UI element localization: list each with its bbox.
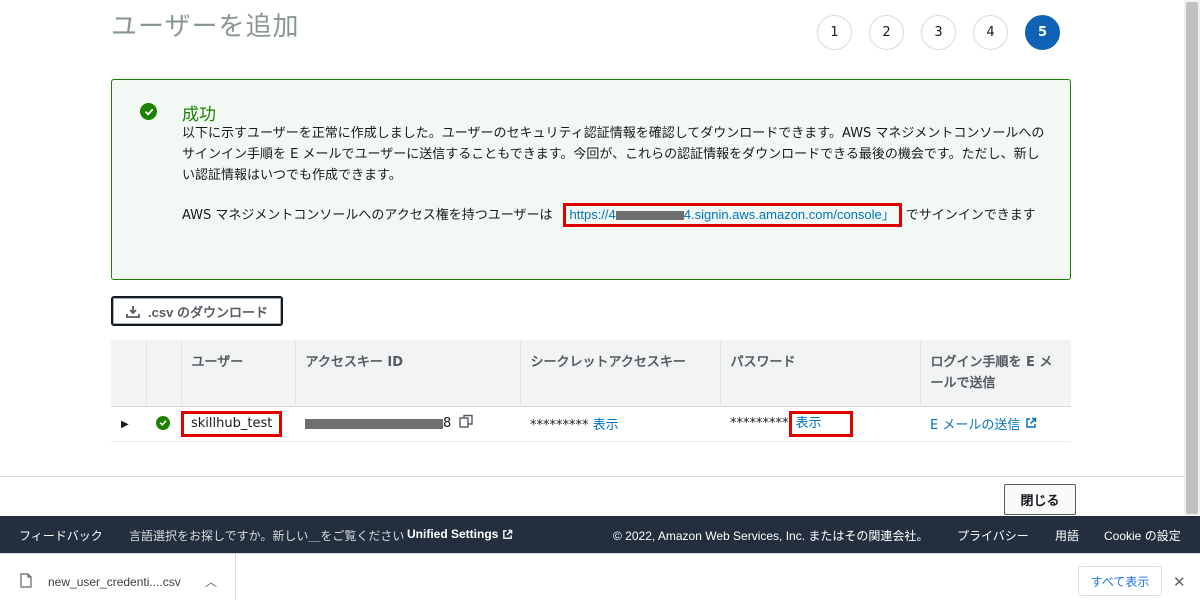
page-title: ユーザーを追加 <box>111 12 300 42</box>
download-filename: new_user_credenti....csv <box>48 575 181 589</box>
terms-link[interactable]: 用語 <box>1055 527 1079 544</box>
header-email-instructions: ログイン手順を E メールで送信 <box>920 340 1071 406</box>
close-icon[interactable]: ✕ <box>1173 573 1186 591</box>
unified-settings-link[interactable]: Unified Settings <box>407 527 513 541</box>
secret-key-cell: ********* 表示 <box>520 406 720 442</box>
show-all-downloads-button[interactable]: すべて表示 <box>1078 566 1162 596</box>
header-secret-key: シークレットアクセスキー <box>520 340 721 406</box>
close-button[interactable]: 閉じる <box>1004 484 1076 515</box>
download-icon <box>126 305 140 318</box>
step-3[interactable]: 3 <box>921 15 956 50</box>
download-csv-label: .csv のダウンロード <box>148 304 268 320</box>
success-check-icon <box>156 416 170 430</box>
users-table: ユーザー アクセスキー ID シークレットアクセスキー パスワード ログイン手順… <box>111 340 1071 442</box>
show-secret-link[interactable]: 表示 <box>593 418 619 433</box>
scrollbar-thumb[interactable] <box>1186 2 1198 514</box>
table-row: ▶ skillhub_test 8 ********* 表示 *********… <box>111 406 1071 442</box>
success-title: 成功 <box>182 105 216 125</box>
cookie-settings-link[interactable]: Cookie の設定 <box>1104 527 1181 544</box>
signin-url-end: 4.signin.aws.amazon.com/console <box>683 207 882 222</box>
external-link-icon <box>502 529 512 539</box>
step-1[interactable]: 1 <box>817 15 852 50</box>
language-prompt: 言語選択をお探しですか。新しい＿をご覧ください <box>129 529 405 543</box>
status-header <box>146 340 182 406</box>
caret-right-icon[interactable]: ▶ <box>121 419 129 430</box>
external-link-icon <box>1025 417 1036 428</box>
success-check-icon <box>140 103 157 120</box>
feedback-link[interactable]: フィードバック <box>19 527 103 544</box>
secret-mask: ********* <box>530 418 589 433</box>
file-icon <box>20 573 32 588</box>
user-cell: skillhub_test <box>181 406 295 442</box>
step-5-current: 5 <box>1025 15 1060 50</box>
expand-cell[interactable]: ▶ <box>111 406 146 442</box>
access-key-cell: 8 <box>295 406 520 442</box>
signin-url-start: https://4 <box>569 207 616 222</box>
header-user: ユーザー <box>181 340 296 406</box>
console-footer: フィードバック 言語選択をお探しですか。新しい＿をご覧ください Unified … <box>0 516 1200 553</box>
privacy-link[interactable]: プライバシー <box>957 527 1029 544</box>
browser-download-bar: new_user_credenti....csv ︿ すべて表示 ✕ <box>0 553 1200 600</box>
wizard-footer: 閉じる <box>0 476 1184 516</box>
expand-header <box>111 340 147 406</box>
access-key-tail: 8 <box>443 416 452 431</box>
signin-suffix: でサインインできます <box>905 208 1036 223</box>
send-email-link[interactable]: E メールの送信 <box>930 417 1037 433</box>
email-cell: E メールの送信 <box>920 406 1071 442</box>
username: skillhub_test <box>181 410 283 437</box>
status-cell <box>146 406 181 442</box>
signin-info: AWS マネジメントコンソールへのアクセス権を持つユーザーは https://4 4… <box>182 203 1048 227</box>
vertical-scrollbar[interactable] <box>1184 0 1200 516</box>
chevron-up-icon[interactable]: ︿ <box>205 573 217 590</box>
console-signin-link[interactable]: https://4 4.signin.aws.amazon.com/console… <box>562 203 902 227</box>
password-cell: ********* 表示 <box>720 406 920 442</box>
password-mask: ********* <box>730 415 789 431</box>
header-password: パスワード <box>720 340 921 406</box>
download-csv-button[interactable]: .csv のダウンロード <box>111 296 283 326</box>
table-header-row: ユーザー アクセスキー ID シークレットアクセスキー パスワード ログイン手順… <box>111 340 1071 406</box>
redacted-access-key <box>305 418 443 429</box>
wizard-steps: 1 2 3 4 5 <box>817 15 1060 50</box>
step-4[interactable]: 4 <box>973 15 1008 50</box>
signin-prefix: AWS マネジメントコンソールへのアクセス権を持つユーザーは <box>182 208 553 223</box>
send-email-label: E メールの送信 <box>930 418 1021 433</box>
step-2[interactable]: 2 <box>869 15 904 50</box>
success-alert: 成功 以下に示すユーザーを正常に作成しました。ユーザーのセキュリティ認証情報を確… <box>111 79 1071 280</box>
download-item[interactable]: new_user_credenti....csv ︿ <box>0 554 236 600</box>
main-content: ユーザーを追加 1 2 3 4 5 成功 以下に示すユーザーを正常に作成しました… <box>0 0 1184 476</box>
show-password-link[interactable]: 表示 <box>788 410 853 437</box>
success-message: 以下に示すユーザーを正常に作成しました。ユーザーのセキュリティ認証情報を確認して… <box>182 126 1045 183</box>
copyright: © 2022, Amazon Web Services, Inc. またはその関… <box>613 529 929 543</box>
redacted-account-id <box>615 211 684 221</box>
header-access-key: アクセスキー ID <box>295 340 521 406</box>
unified-settings-label: Unified Settings <box>407 527 499 541</box>
copy-icon[interactable] <box>459 414 474 433</box>
